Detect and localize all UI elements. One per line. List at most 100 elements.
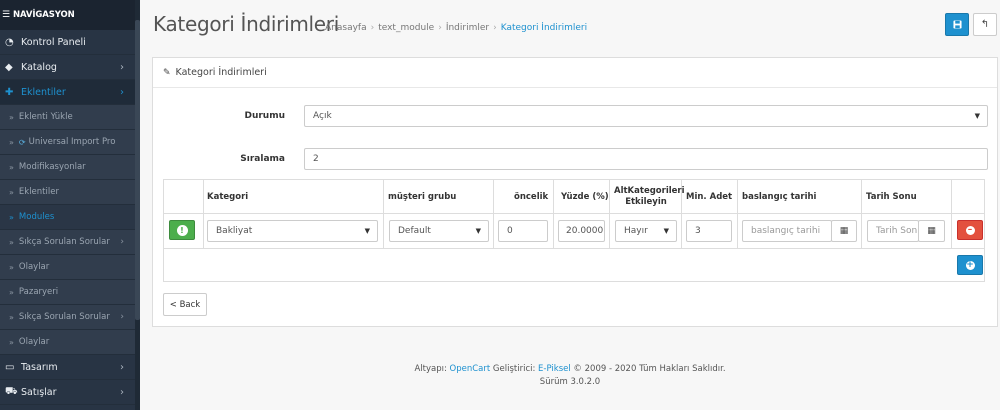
min-qty-input[interactable]: 3 [686,220,732,242]
sync-icon: ⟳ [18,137,26,147]
breadcrumb-separator: › [370,23,375,33]
status-select-value: Açık [313,111,332,121]
panel-heading: ✎ Kategori İndirimleri [153,58,997,88]
table-divider [493,180,494,248]
footer-copyright: Altyapı: OpenCart Geliştirici: E-Piksel … [140,363,1000,376]
table-divider [553,180,554,248]
sidebar-subitem-extensions[interactable]: » Eklentiler [0,180,140,205]
breadcrumb-discounts[interactable]: İndirimler [446,23,489,33]
sidebar-subitem-events[interactable]: » Olaylar [0,255,140,280]
double-chevron-icon: » [9,162,14,172]
header-subcategories: AltKategorileri Etkileyin [614,186,685,208]
footer-prefix: Altyapı: [414,364,450,374]
sidebar-item-label: Eklentiler [21,86,66,98]
double-chevron-icon: » [9,337,14,347]
double-chevron-icon: » [9,287,14,297]
discount-table: Kategori müşteri grubu öncelik Yüzde (%)… [163,179,985,282]
sidebar-subitem-install[interactable]: » Eklenti Yükle [0,105,140,130]
sidebar-subitem-modifications[interactable]: » Modifikasyonlar [0,155,140,180]
calendar-icon: ▦ [839,226,849,236]
back-button-top[interactable]: ↰ [973,13,997,36]
sidebar-item-label: Olaylar [18,337,50,347]
menu-bars-icon: ☰ [2,10,10,20]
puzzle-icon: ✚ [5,86,14,98]
double-chevron-icon: » [9,237,14,247]
table-divider [861,180,862,248]
floppy-disk-icon [952,20,962,29]
double-chevron-icon: » [9,112,14,122]
sidebar-item-label: Modules [18,212,55,222]
customer-group-select[interactable]: Default ▼ [389,220,489,242]
end-date-input[interactable]: Tarih Sonu [867,220,919,242]
epiksel-link[interactable]: E-Piksel [538,364,571,374]
sort-order-label: Sıralama [240,154,285,164]
subcategories-select[interactable]: Hayır ▼ [615,220,677,242]
table-divider [164,248,984,249]
double-chevron-icon: » [9,312,14,322]
status-select[interactable]: Açık ▼ [304,105,988,127]
add-row-button[interactable]: + [957,255,983,275]
sidebar-item-design[interactable]: ▭ Tasarım › [0,355,140,380]
breadcrumb-current[interactable]: Kategori İndirimleri [501,23,587,33]
breadcrumb-separator: › [438,23,442,33]
plus-circle-icon: + [965,259,975,270]
caret-down-icon: ▼ [364,227,370,235]
category-select[interactable]: Bakliyat ▼ [207,220,378,242]
sidebar-item-label: Modifikasyonlar [18,162,86,172]
status-label: Durumu [244,111,285,121]
back-button[interactable]: < Back [163,293,207,316]
sidebar-subitem-faq-2[interactable]: » Sıkça Sorulan Sorular › [0,305,140,330]
sort-order-input[interactable]: 2 [304,148,988,170]
header-start-date: baslangıç tarihi [742,192,817,202]
breadcrumb-home[interactable]: Anasayfa [325,23,367,33]
footer-version: Sürüm 3.0.2.0 [539,377,601,387]
start-date-input[interactable]: baslangıç tarihi [742,220,832,242]
sidebar-subitem-faq[interactable]: » Sıkça Sorulan Sorular › [0,230,140,255]
sidebar-item-label: Pazaryeri [18,287,59,297]
nav-header-label: NAVİGASYON [12,10,75,20]
exclamation-icon: ! [176,224,188,236]
sidebar-item-catalog[interactable]: ◆ Katalog › [0,55,140,80]
breadcrumb-separator: › [493,23,497,33]
sidebar-subitem-universal-import[interactable]: » ⟳ Universal Import Pro [0,130,140,155]
subcategories-value: Hayır [624,226,648,236]
monitor-icon: ▭ [5,361,15,373]
header-min-qty: Min. Adet [686,192,733,202]
double-chevron-icon: » [9,187,14,197]
sidebar-item-extensions[interactable]: ✚ Eklentiler › [0,80,140,105]
remove-row-button[interactable]: – [957,220,983,240]
header-subcategories-line1: AltKategorileri [614,186,685,196]
sidebar-item-label: Eklentiler [18,187,59,197]
sidebar-item-sales[interactable]: ⛟ Satışlar › [0,380,140,405]
header-customer-group: müşteri grubu [388,192,457,202]
breadcrumb-module[interactable]: text_module [378,23,434,33]
sidebar-subitem-modules[interactable]: » Modules [0,205,140,230]
sidebar-item-label: Olaylar [18,262,50,272]
header-subcategories-line2: Etkileyin [625,197,667,207]
header-end-date: Tarih Sonu [866,192,917,202]
start-date-picker-button[interactable]: ▦ [831,220,857,242]
minus-circle-icon: – [965,225,975,235]
save-button[interactable] [945,13,969,36]
table-divider [383,180,384,248]
caret-down-icon: ▼ [974,112,980,120]
end-date-picker-button[interactable]: ▦ [918,220,945,242]
header-category: Kategori [207,192,249,202]
sidebar-item-label: Universal Import Pro [28,137,116,147]
table-divider [737,180,738,248]
percent-input[interactable]: 20.0000 [558,220,605,242]
priority-input[interactable]: 0 [498,220,548,242]
footer-middle: Geliştirici: [490,364,539,374]
double-chevron-icon: » [9,262,14,272]
double-chevron-icon: » [9,137,14,147]
dashboard-icon: ◔ [5,36,14,48]
status-info-button[interactable]: ! [169,220,195,240]
sidebar-item-dashboard[interactable]: ◔ Kontrol Paneli [0,30,140,55]
opencart-link[interactable]: OpenCart [450,364,491,374]
header-percent: Yüzde (%) [561,192,609,202]
chevron-right-icon: › [120,61,124,73]
sidebar-subitem-marketplace[interactable]: » Pazaryeri [0,280,140,305]
cart-icon: ⛟ [5,385,18,397]
pencil-icon: ✎ [163,67,171,78]
sidebar-subitem-events-2[interactable]: » Olaylar [0,330,140,355]
